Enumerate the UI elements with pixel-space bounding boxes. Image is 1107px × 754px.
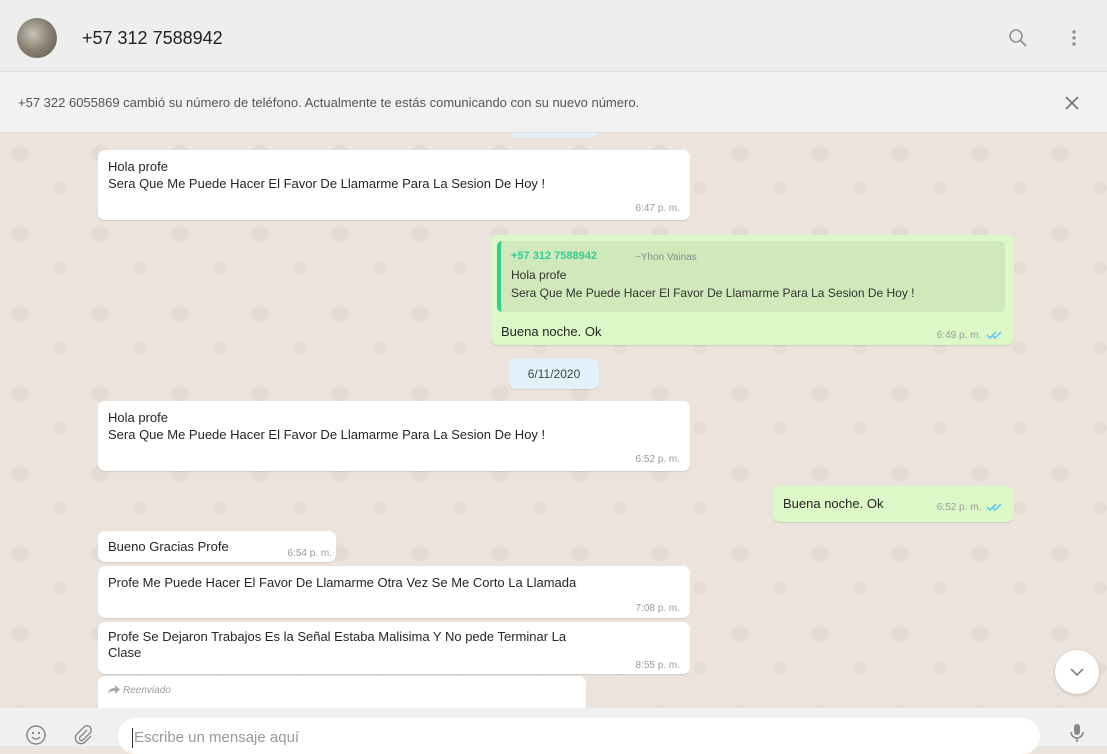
contact-name[interactable]: +57 312 7588942 <box>82 28 223 49</box>
search-icon[interactable] <box>1006 26 1030 50</box>
avatar[interactable] <box>17 18 57 58</box>
number-change-banner: +57 322 6055869 cambió su número de telé… <box>0 72 1107 133</box>
quote-line: Sera Que Me Puede Hacer El Favor De Llam… <box>511 286 915 300</box>
message-text: Sera Que Me Puede Hacer El Favor De Llam… <box>108 176 546 191</box>
quote-line: Hola profe <box>511 268 567 282</box>
chat-area[interactable]: Hola profe Sera Que Me Puede Hacer El Fa… <box>0 133 1107 708</box>
message-text: Profe Se Dejaron Trabajos Es la Señal Es… <box>108 629 567 644</box>
message-text: Buena noche. Ok <box>501 324 602 339</box>
composer-bar <box>0 708 1107 754</box>
message-time-text: 6:49 p. m. <box>936 330 982 341</box>
message-bubble-incoming[interactable]: Hola profe Sera Que Me Puede Hacer El Fa… <box>98 401 690 471</box>
forward-icon <box>108 685 120 694</box>
message-time: 6:54 p. m. <box>287 548 332 559</box>
message-text: Sera Que Me Puede Hacer El Favor De Llam… <box>108 427 546 442</box>
menu-icon[interactable] <box>1062 26 1086 50</box>
message-composer[interactable] <box>118 718 1040 754</box>
message-time: 6:49 p. m. <box>937 327 1004 344</box>
message-time: 6:47 p. m. <box>635 203 680 214</box>
message-time: 6:52 p. m. <box>635 454 680 465</box>
emoji-icon[interactable] <box>25 724 47 746</box>
quote-sender-name: ~Yhon Vainas <box>635 252 697 263</box>
forwarded-label: Reenviado <box>108 682 171 699</box>
chat-header: +57 312 7588942 <box>0 0 1107 72</box>
message-text: Profe Me Puede Hacer El Favor De Llamarm… <box>108 575 577 590</box>
message-text: Hola profe <box>108 159 168 174</box>
message-bubble-outgoing[interactable]: Buena noche. Ok 6:52 p. m. <box>773 486 1014 522</box>
microphone-icon[interactable] <box>1066 722 1088 744</box>
partial-date-chip <box>509 133 599 137</box>
forwarded-label-text: Reenviado <box>123 685 171 696</box>
read-ticks-icon <box>986 503 1002 512</box>
quote-sender: +57 312 7588942 <box>511 250 597 262</box>
quote-text: Hola profe Sera Que Me Puede Hacer El Fa… <box>511 266 915 302</box>
chevron-down-icon <box>1070 668 1084 677</box>
message-bubble-incoming[interactable]: Profe Me Puede Hacer El Favor De Llamarm… <box>98 566 690 618</box>
message-input[interactable] <box>132 724 1016 750</box>
message-time: 6:52 p. m. <box>937 499 1004 516</box>
message-bubble-incoming[interactable]: Profe Se Dejaron Trabajos Es la Señal Es… <box>98 622 690 674</box>
message-time: 8:55 p. m. <box>635 660 680 671</box>
message-bubble-incoming[interactable]: Hola profe Sera Que Me Puede Hacer El Fa… <box>98 150 690 220</box>
message-text: Clase <box>108 645 142 660</box>
message-bubble-incoming[interactable]: Bueno Gracias Profe 6:54 p. m. <box>98 531 336 562</box>
message-text: Hola profe <box>108 410 168 425</box>
read-ticks-icon <box>986 331 1002 340</box>
message-time: 7:08 p. m. <box>635 603 680 614</box>
message-text: Buena noche. Ok <box>783 496 884 511</box>
attach-icon[interactable] <box>72 724 94 746</box>
message-time-text: 6:52 p. m. <box>936 502 982 513</box>
message-bubble-outgoing[interactable]: +57 312 7588942 ~Yhon Vainas Hola profe … <box>491 235 1014 345</box>
message-text: Bueno Gracias Profe <box>108 539 229 554</box>
date-separator: 6/11/2020 <box>509 359 599 389</box>
quoted-message[interactable]: +57 312 7588942 ~Yhon Vainas Hola profe … <box>497 241 1005 312</box>
scroll-to-bottom-button[interactable] <box>1055 650 1099 694</box>
banner-text: +57 322 6055869 cambió su número de telé… <box>18 95 640 110</box>
message-bubble-incoming[interactable]: Reenviado <box>98 676 586 708</box>
close-icon[interactable] <box>1061 92 1083 114</box>
